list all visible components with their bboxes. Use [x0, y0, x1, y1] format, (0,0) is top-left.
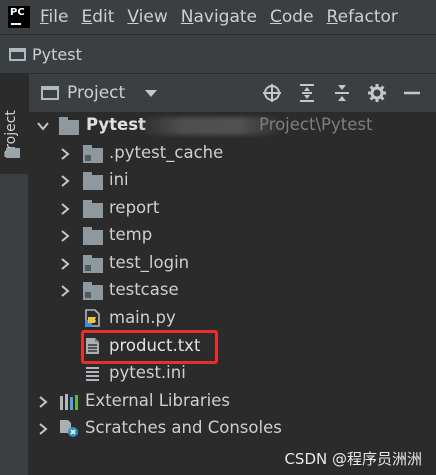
chevron-right-icon[interactable]: [37, 423, 49, 435]
menu-view[interactable]: View: [127, 7, 167, 27]
watermark-text: CSDN @程序员洲洲: [284, 450, 422, 468]
menu-navigate-mnemonic: N: [180, 7, 194, 27]
project-tree[interactable]: Pytest Project\Pytest .pytest_cache ini …: [29, 112, 436, 475]
folder-icon: [83, 227, 103, 245]
tree-folder-label: ini: [109, 170, 129, 189]
tree-root-row[interactable]: Pytest Project\Pytest: [29, 112, 436, 139]
folder-icon: [59, 117, 79, 135]
tree-folder-label: .pytest_cache: [109, 143, 224, 162]
ini-file-icon: [85, 365, 100, 383]
collapse-all-icon[interactable]: [331, 82, 353, 104]
python-file-icon: [85, 309, 100, 327]
menu-edit-mnemonic: E: [81, 7, 93, 27]
panel-toolbar: [261, 74, 436, 112]
gear-icon[interactable]: [366, 82, 388, 104]
tree-folder-row[interactable]: test_login: [29, 250, 436, 277]
folder-icon: [83, 200, 103, 218]
tree-folder-row[interactable]: ini: [29, 167, 436, 194]
menu-navigate-rest: avigate: [193, 7, 258, 27]
project-view-selector[interactable]: Project: [67, 83, 125, 103]
menu-file-mnemonic: F: [40, 7, 49, 27]
chevron-right-icon[interactable]: [37, 396, 49, 408]
tree-file-label: main.py: [109, 308, 176, 327]
tree-folder-label: temp: [109, 225, 153, 244]
chevron-right-icon[interactable]: [59, 230, 71, 242]
highlight-annotation-box: [81, 330, 218, 364]
tree-file-label: pytest.ini: [109, 363, 186, 382]
project-tool-tab[interactable]: Project: [0, 74, 28, 174]
chevron-down-icon[interactable]: [145, 89, 158, 97]
crosshair-icon[interactable]: [261, 82, 283, 104]
menu-code-mnemonic: C: [270, 7, 282, 27]
scratches-icon: [59, 419, 81, 437]
chevron-right-icon[interactable]: [59, 175, 71, 187]
project-panel-header: Project: [29, 74, 436, 113]
tree-external-libraries-row[interactable]: External Libraries: [29, 388, 436, 415]
tree-folder-label: test_login: [109, 253, 190, 272]
breadcrumb-project[interactable]: Pytest: [32, 45, 82, 64]
menu-navigate[interactable]: Navigate: [181, 7, 257, 27]
menu-file-rest: ile: [48, 7, 69, 27]
menu-code[interactable]: Code: [270, 7, 314, 27]
menu-refactor-mnemonic: R: [326, 7, 338, 27]
project-folder-icon: [9, 47, 26, 61]
menu-view-rest: iew: [138, 7, 168, 27]
package-folder-icon: [83, 282, 103, 300]
menu-view-mnemonic: V: [127, 7, 139, 27]
folder-excluded-icon: [83, 145, 103, 163]
menu-code-rest: ode: [281, 7, 314, 27]
tree-root-path: Project\Pytest: [259, 115, 373, 134]
tree-folder-label: report: [109, 198, 160, 217]
left-tool-strip: Project: [0, 74, 29, 475]
tree-external-libraries-label: External Libraries: [85, 391, 230, 410]
folder-icon: [6, 148, 20, 158]
menu-edit-rest: dit: [92, 7, 115, 27]
chevron-down-icon[interactable]: [37, 120, 49, 132]
minimize-icon[interactable]: [401, 82, 423, 104]
chevron-right-icon[interactable]: [59, 203, 71, 215]
tree-folder-row[interactable]: temp: [29, 222, 436, 249]
package-folder-icon: [83, 255, 103, 273]
tree-folder-row[interactable]: .pytest_cache: [29, 140, 436, 167]
chevron-right-icon[interactable]: [59, 258, 71, 270]
chevron-right-icon[interactable]: [59, 285, 71, 297]
tree-scratches-row[interactable]: Scratches and Consoles: [29, 415, 436, 442]
tree-folder-row[interactable]: testcase: [29, 277, 436, 304]
tree-file-row[interactable]: main.py: [29, 305, 436, 332]
logo-text: PC: [10, 7, 25, 18]
folder-icon: [83, 172, 103, 190]
menu-edit[interactable]: Edit: [81, 7, 114, 27]
navigation-bar: Pytest: [0, 35, 436, 74]
tree-folder-label: testcase: [109, 280, 179, 299]
menu-refactor-rest: efactor: [337, 7, 398, 27]
expand-all-icon[interactable]: [296, 82, 318, 104]
tree-root-name: Pytest: [86, 115, 146, 134]
tree-scratches-label: Scratches and Consoles: [85, 418, 282, 437]
library-icon: [59, 393, 79, 411]
menu-refactor[interactable]: Refactor: [327, 7, 398, 27]
tree-folder-row[interactable]: report: [29, 195, 436, 222]
chevron-right-icon[interactable]: [59, 148, 71, 160]
menu-file[interactable]: File: [40, 7, 68, 27]
pycharm-logo-icon: PC: [8, 6, 30, 28]
project-view-icon: [41, 86, 59, 100]
menu-bar: PC File Edit View Navigate Code Refactor: [0, 0, 436, 35]
tree-file-row[interactable]: pytest.ini: [29, 360, 436, 387]
